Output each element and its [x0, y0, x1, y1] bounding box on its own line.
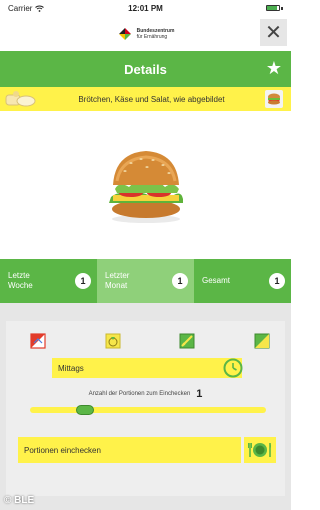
- meal-banner: Brötchen, Käse und Salat, wie abgebildet: [0, 87, 291, 111]
- portions-slider[interactable]: [30, 407, 266, 413]
- page-title: Details: [124, 61, 167, 77]
- sandwich-thumbnail-icon: [265, 90, 283, 108]
- watermark: © BLE: [4, 495, 35, 506]
- meal-time-value: Mittags: [58, 363, 84, 373]
- title-bar: Details ★: [0, 51, 291, 87]
- brand-logo: Bundeszentrum für Ernährung: [117, 26, 175, 42]
- food-category-icon: [4, 89, 38, 109]
- close-icon: ✕: [265, 22, 282, 44]
- clock-icon[interactable]: [222, 357, 244, 379]
- meal-time-select[interactable]: Mittags: [52, 358, 242, 378]
- app-header: Bundeszentrum für Ernährung ✕: [0, 16, 291, 51]
- stat-label-line1: Letzter: [105, 271, 130, 280]
- close-button[interactable]: ✕: [260, 19, 287, 46]
- stats-row: Letzte Woche 1 Letzter Monat 1 Gesamt 1: [0, 259, 291, 303]
- favorite-button[interactable]: ★: [263, 57, 285, 79]
- day-icon-1[interactable]: [30, 333, 46, 349]
- stat-label-line1: Gesamt: [202, 276, 231, 285]
- logo-line-1: Bundeszentrum: [136, 27, 175, 34]
- stat-last-month: Letzter Monat 1: [97, 259, 194, 303]
- stat-count: 1: [172, 273, 188, 289]
- day-icon-2[interactable]: [105, 333, 121, 349]
- stat-label-line1: Letzte: [8, 271, 30, 280]
- day-icon-3[interactable]: [179, 333, 195, 349]
- checkin-label: Portionen einchecken: [24, 445, 101, 455]
- portions-count: 1: [196, 388, 203, 400]
- stat-count: 1: [75, 273, 91, 289]
- status-time: 12:01 PM: [128, 3, 163, 13]
- day-icon-4[interactable]: [254, 333, 270, 349]
- portions-slider-thumb[interactable]: [76, 405, 95, 415]
- status-bar: Carrier 12:01 PM: [0, 0, 291, 16]
- portions-label: Anzahl der Portionen zum Einchecken 1: [30, 388, 261, 400]
- sandwich-image: [0, 111, 291, 259]
- stat-label-line2: Monat: [105, 281, 128, 290]
- meal-description: Brötchen, Käse und Salat, wie abgebildet: [78, 94, 225, 104]
- stat-last-week: Letzte Woche 1: [0, 259, 97, 303]
- stat-total: Gesamt 1: [194, 259, 291, 303]
- portions-caption: Anzahl der Portionen zum Einchecken: [88, 391, 191, 397]
- stat-count: 1: [269, 273, 285, 289]
- logo-line-2: für Ernährung: [136, 33, 168, 40]
- day-icons: [30, 333, 270, 349]
- plate-cutlery-icon[interactable]: [244, 437, 276, 463]
- stat-label-line2: Woche: [8, 281, 33, 290]
- checkin-button[interactable]: Portionen einchecken: [18, 437, 241, 463]
- star-icon: ★: [265, 57, 283, 78]
- logo-mark-icon: [118, 27, 131, 40]
